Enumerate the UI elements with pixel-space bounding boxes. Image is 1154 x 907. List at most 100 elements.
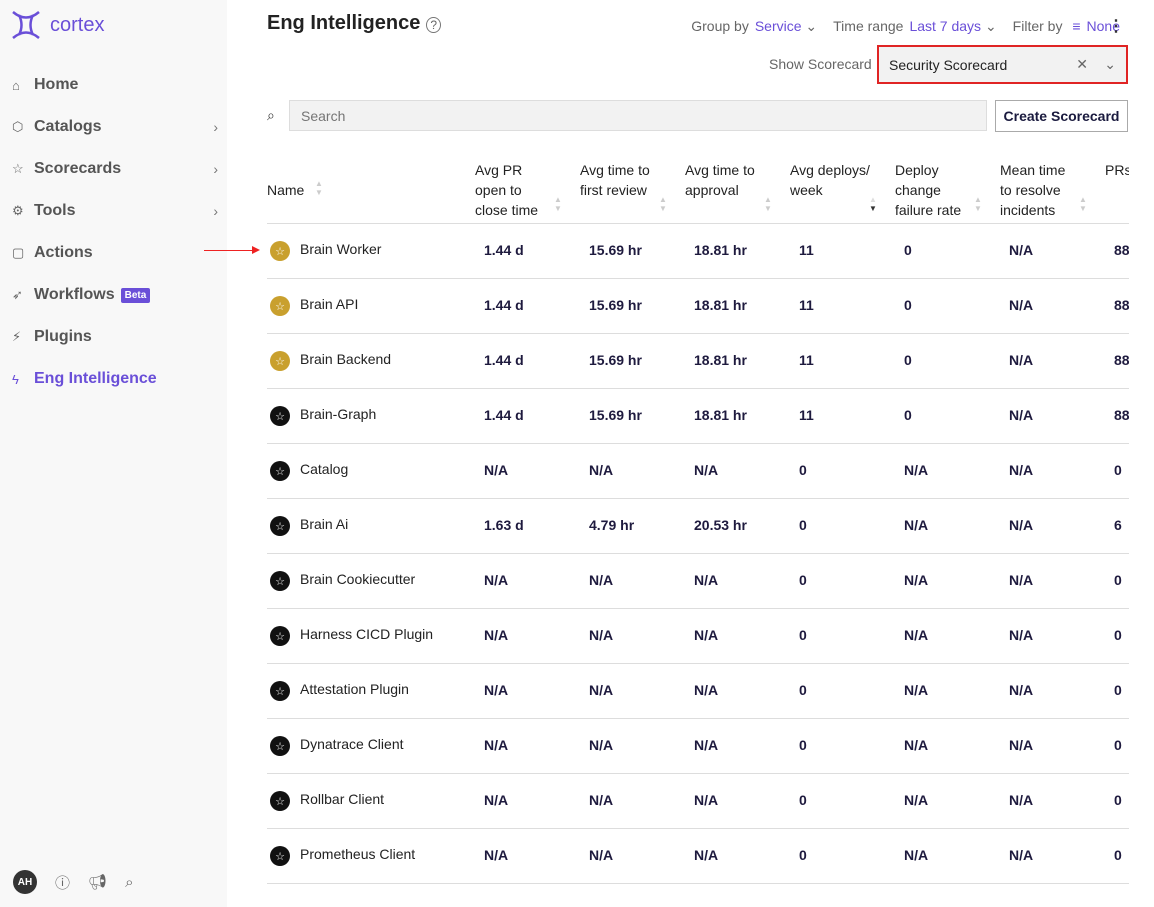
sort-icon[interactable]: ▲ ▼ (764, 195, 772, 213)
chevron-down-icon[interactable]: ⌄ (1104, 56, 1116, 73)
metric-value: 0 (799, 572, 807, 588)
scorecard-level-icon: ☆ (270, 406, 290, 426)
avatar[interactable]: AH (13, 870, 37, 894)
metric-value: N/A (484, 682, 509, 698)
sidebar-item-scorecards[interactable]: ☆ Scorecards › (12, 148, 222, 190)
table-row[interactable]: ☆ Attestation Plugin N/A N/A N/A 0 N/A N/A 0 (267, 664, 1129, 719)
group-by-value: Service (754, 18, 802, 34)
metric-value: 11 (799, 352, 814, 368)
table-row[interactable]: ☆ Brain Ai 1.63 d 4.79 hr 20.53 hr 0 N/A N/A 6 (267, 499, 1129, 554)
service-name[interactable]: Brain-Graph (300, 406, 376, 422)
service-name[interactable]: Catalog (300, 461, 348, 477)
service-name[interactable]: Brain Ai (300, 516, 348, 532)
scorecard-level-icon: ☆ (270, 351, 290, 371)
sort-icon[interactable]: ▲ ▼ (974, 195, 982, 213)
metric-value: N/A (1009, 572, 1034, 588)
metric-value: N/A (1009, 847, 1034, 863)
service-name[interactable]: Brain API (300, 296, 358, 312)
metric-value: N/A (484, 737, 509, 753)
metric-value: N/A (1009, 682, 1034, 698)
metric-value: 15.69 hr (589, 352, 642, 368)
service-name[interactable]: Attestation Plugin (300, 681, 409, 697)
service-name[interactable]: Brain Backend (300, 351, 391, 367)
sidebar-item-plugins[interactable]: ⚡︎ Plugins (12, 316, 222, 358)
sort-icon[interactable]: ▲ ▼ (869, 195, 877, 213)
metric-value: N/A (484, 627, 509, 643)
table-row[interactable]: ☆ Brain API 1.44 d 15.69 hr 18.81 hr 11 0 N/A 88 (267, 279, 1129, 334)
metric-value: 0 (799, 847, 807, 863)
service-name[interactable]: Dynatrace Client (300, 736, 404, 752)
column-header[interactable]: PRs ope (1105, 160, 1129, 180)
metric-value: 88 (1114, 242, 1129, 258)
sidebar-item-label: Home (34, 76, 79, 93)
table-row[interactable]: ☆ Brain-Graph 1.44 d 15.69 hr 18.81 hr 11 0 N/A… (267, 389, 1129, 444)
table-row[interactable]: ☆ Catalog N/A N/A N/A 0 N/A N/A 0 (267, 444, 1129, 499)
table-row[interactable]: ☆ Brain Backend 1.44 d 15.69 hr 18.81 hr 11 0 N… (267, 334, 1129, 389)
sidebar-item-workflows[interactable]: ➶ Workflows Beta (12, 274, 222, 316)
metric-value: 0 (799, 792, 807, 808)
annotation-arrow (204, 246, 260, 254)
help-icon[interactable]: ? (426, 17, 442, 33)
table-header: Name ▲ ▼ Avg PR open to close time ▲ ▼ Avg tim… (267, 150, 1129, 224)
column-header[interactable]: Avg PR open to close time (475, 160, 555, 220)
group-by-control[interactable]: Group by Service ⌄ (691, 18, 817, 35)
column-header[interactable]: Avg deploys/ week (790, 160, 870, 200)
column-header[interactable]: Deploy change failure rate (895, 160, 975, 220)
sidebar: cortex ⌂ Home ⬡ Catalogs › ☆ Scorecards › ⚙ Tools… (0, 0, 227, 907)
sidebar-item-actions[interactable]: ▢ Actions (12, 232, 222, 274)
filter-control[interactable]: Filter by ≡ None (1013, 18, 1120, 35)
table-body: ☆ Brain Worker 1.44 d 15.69 hr 18.81 hr 11 0 N/… (267, 224, 1129, 884)
column-header[interactable]: Mean time to resolve incidents (1000, 160, 1080, 220)
service-name[interactable]: Prometheus Client (300, 846, 415, 862)
service-name[interactable]: Harness CICD Plugin (300, 626, 433, 642)
clear-icon[interactable]: ✕ (1076, 56, 1088, 73)
metric-value: N/A (1009, 792, 1034, 808)
sidebar-item-catalogs[interactable]: ⬡ Catalogs › (12, 106, 222, 148)
metric-value: N/A (589, 572, 614, 588)
metric-value: N/A (904, 517, 929, 533)
search-icon[interactable]: ⌕ (125, 874, 133, 891)
column-header[interactable]: Name (267, 180, 347, 200)
sidebar-item-label: Scorecards (34, 160, 122, 177)
metric-value: 0 (904, 352, 912, 368)
sort-icon[interactable]: ▲ ▼ (554, 195, 562, 213)
service-name[interactable]: Rollbar Client (300, 791, 384, 807)
table-row[interactable]: ☆ Harness CICD Plugin N/A N/A N/A 0 N/A N/A 0 (267, 609, 1129, 664)
metric-value: 1.44 d (484, 297, 524, 313)
star-icon: ☆ (12, 161, 24, 176)
scorecard-level-icon: ☆ (270, 846, 290, 866)
table-row[interactable]: ☆ Brain Cookiecutter N/A N/A N/A 0 N/A N/A 0 (267, 554, 1129, 609)
metric-value: 0 (799, 737, 807, 753)
service-name[interactable]: Brain Worker (300, 241, 381, 257)
search-input[interactable] (289, 100, 987, 131)
scorecard-select[interactable]: Security Scorecard ✕ ⌄ (877, 45, 1128, 84)
sidebar-item-home[interactable]: ⌂ Home (12, 64, 222, 106)
service-name[interactable]: Brain Cookiecutter (300, 571, 415, 587)
table-row[interactable]: ☆ Prometheus Client N/A N/A N/A 0 N/A N/A 0 (267, 829, 1129, 884)
metric-value: N/A (904, 627, 929, 643)
sidebar-item-eng-intelligence[interactable]: ϟ Eng Intelligence (12, 358, 222, 400)
megaphone-icon[interactable]: 📢︎ (88, 873, 107, 891)
sort-icon[interactable]: ▲ ▼ (1079, 195, 1087, 213)
table-row[interactable]: ☆ Brain Worker 1.44 d 15.69 hr 18.81 hr 11 0 N/… (267, 224, 1129, 279)
metric-value: N/A (1009, 297, 1034, 313)
create-scorecard-button[interactable]: Create Scorecard (995, 100, 1128, 132)
cortex-logo[interactable]: cortex (10, 9, 104, 41)
table-row[interactable]: ☆ Rollbar Client N/A N/A N/A 0 N/A N/A 0 (267, 774, 1129, 829)
page-title-text: Eng Intelligence (267, 12, 421, 34)
help-icon[interactable]: ⓘ (55, 872, 70, 893)
column-header[interactable]: Avg time to first review (580, 160, 660, 200)
sort-icon[interactable]: ▲ ▼ (659, 195, 667, 213)
sort-icon[interactable]: ▲ ▼ (315, 179, 323, 197)
time-range-control[interactable]: Time range Last 7 days ⌄ (833, 18, 997, 35)
metric-value: N/A (904, 572, 929, 588)
metric-value: N/A (904, 737, 929, 753)
metric-value: 1.44 d (484, 242, 524, 258)
column-header[interactable]: Avg time to approval (685, 160, 765, 200)
filter-icon: ≡ (1072, 18, 1081, 34)
sidebar-item-tools[interactable]: ⚙ Tools › (12, 190, 222, 232)
metric-value: N/A (1009, 627, 1034, 643)
table-row[interactable]: ☆ Dynatrace Client N/A N/A N/A 0 N/A N/A 0 (267, 719, 1129, 774)
more-options-icon[interactable]: ⋮ (1108, 16, 1124, 36)
toolbar: Group by Service ⌄ Time range Last 7 days … (691, 18, 1120, 35)
